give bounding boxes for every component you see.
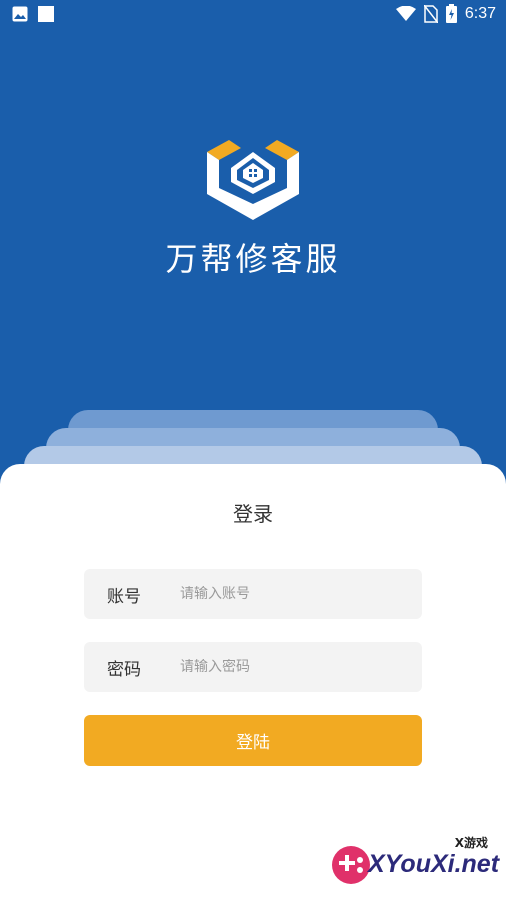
- watermark-top-text: X游戏: [454, 836, 488, 850]
- no-sim-icon: [423, 4, 438, 23]
- account-input[interactable]: [180, 586, 422, 602]
- status-bar-right: 6:37: [395, 4, 496, 23]
- account-field[interactable]: 账号: [84, 569, 422, 619]
- gamepad-icon: [332, 846, 370, 884]
- house-shield-logo-icon: [207, 140, 299, 220]
- brand-header: 万帮修客服: [0, 138, 506, 280]
- login-title: 登录: [233, 502, 273, 526]
- login-button[interactable]: 登陆: [84, 715, 422, 766]
- status-bar-left: [12, 6, 54, 22]
- watermark: X游戏 XYouXi.net: [326, 834, 500, 890]
- account-label: 账号: [107, 586, 141, 607]
- gallery-icon: [12, 6, 28, 22]
- square-icon: [38, 6, 54, 22]
- password-field[interactable]: 密码: [84, 642, 422, 692]
- battery-charging-icon: [445, 4, 457, 23]
- wifi-icon: [395, 5, 416, 21]
- password-input[interactable]: [180, 659, 422, 675]
- app-name: 万帮修客服: [165, 240, 341, 278]
- status-time: 6:37: [464, 4, 496, 22]
- status-bar: 6:37: [0, 0, 506, 28]
- watermark-text: XYouXi.net: [368, 850, 500, 878]
- password-label: 密码: [107, 659, 141, 680]
